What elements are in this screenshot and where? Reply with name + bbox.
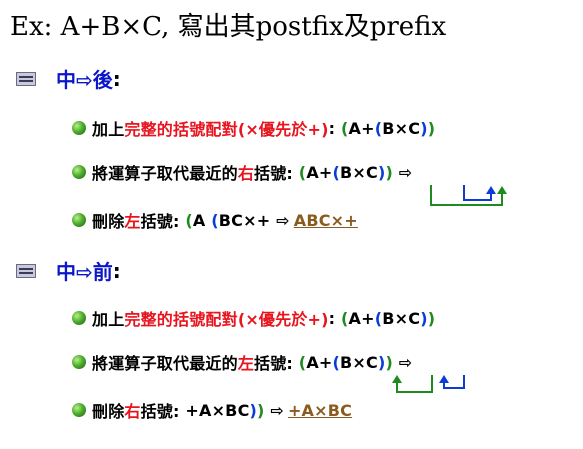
arrow-symbol: ⇨ [264, 400, 284, 420]
expr: B×C [382, 308, 421, 328]
section-postfix: 中⇨後 : [16, 64, 121, 93]
postfix-step-3: 刪除 左 括號: ( A ( BC×+ ⇨ ABC×+ [72, 208, 358, 232]
outer-paren: ( [341, 308, 349, 328]
expr: A+ [306, 352, 333, 372]
prefix-result: +A×BC [287, 400, 353, 420]
expr: A [192, 210, 212, 230]
step-text: 括號: [140, 402, 186, 421]
green-ball-bullet-icon [72, 165, 86, 179]
step-emphasis: 左 [237, 354, 255, 373]
expr: A+ [306, 162, 333, 182]
prefix-step-2: 將運算子取代最近的 左 括號: ( A+ ( B×C ) ) ⇨ [72, 350, 412, 374]
outer-paren: ( [298, 162, 307, 182]
outer-paren: ) [385, 352, 394, 372]
step-text: 括號: [140, 212, 186, 231]
bracket-arrow-icon [430, 185, 507, 206]
inner-paren: ( [374, 118, 383, 138]
step-text: 刪除 [92, 402, 125, 421]
section-prefix: 中⇨前 : [16, 256, 121, 285]
inner-paren: ) [420, 308, 428, 328]
inner-paren: ) [420, 118, 428, 138]
postfix-step-1: 加上 完整的括號配對 (×優先於+) : ( A+ ( B×C ) ) [72, 116, 435, 140]
step-text: 括號: [254, 164, 299, 183]
inner-paren: ) [377, 352, 386, 372]
step-text: 將運算子取代最近的 [92, 354, 238, 373]
section-heading: 中⇨後 [56, 68, 113, 92]
inner-paren: ) [249, 400, 258, 420]
outer-paren: ) [427, 308, 436, 328]
expr: B×C [340, 162, 378, 182]
outer-paren: ) [427, 118, 436, 138]
inner-paren: ) [377, 162, 386, 182]
outer-paren: ) [257, 400, 265, 420]
outer-paren: ( [185, 210, 193, 230]
step-text: 將運算子取代最近的 [92, 164, 238, 183]
expr: +A×BC [185, 400, 250, 420]
section-heading: 中⇨前 [56, 260, 113, 284]
bracket-arrow-icon [392, 375, 433, 393]
green-ball-bullet-icon [72, 355, 86, 369]
expr: A+ [348, 118, 375, 138]
expr: B×C [382, 118, 421, 138]
step-emphasis: 右 [124, 402, 141, 421]
step-emphasis: 完整的括號配對 [124, 120, 238, 139]
outer-paren: ( [298, 352, 307, 372]
step-text: 刪除 [92, 212, 125, 231]
prefix-step-1: 加上 完整的括號配對 (×優先於+) : ( A+ ( B×C ) ) [72, 306, 435, 330]
outer-paren: ) [385, 162, 394, 182]
step-emphasis: (×優先於+) [237, 310, 329, 329]
green-ball-bullet-icon [72, 403, 86, 417]
section-bullet-icon [16, 263, 36, 278]
green-ball-bullet-icon [72, 311, 86, 325]
section-bullet-icon [16, 71, 36, 86]
step-text: 括號: [254, 354, 299, 373]
section-colon: : [112, 66, 121, 91]
inner-paren: ( [374, 308, 383, 328]
green-ball-bullet-icon [72, 121, 86, 135]
arrow-symbol: ⇨ [270, 210, 290, 230]
outer-paren: ( [341, 118, 349, 138]
expr: A+ [348, 308, 375, 328]
inner-paren: ( [211, 210, 219, 230]
arrow-symbol: ⇨ [393, 352, 413, 372]
step-emphasis: 完整的括號配對 [124, 310, 238, 329]
postfix-result: ABC×+ [293, 210, 358, 230]
inner-paren: ( [332, 352, 341, 372]
step-text: 加上 [92, 120, 125, 139]
expr: B×C [340, 352, 378, 372]
step-emphasis: 右 [237, 164, 255, 183]
step-emphasis: (×優先於+) [237, 120, 329, 139]
prefix-step-3: 刪除 右 括號: +A×BC ) ) ⇨ +A×BC [72, 398, 352, 422]
step-text: : [328, 118, 342, 138]
green-ball-bullet-icon [72, 213, 86, 227]
step-text: : [328, 308, 342, 328]
step-emphasis: 左 [124, 212, 141, 231]
step-text: 加上 [92, 310, 125, 329]
inner-paren: ( [332, 162, 341, 182]
section-colon: : [112, 258, 121, 283]
arrow-symbol: ⇨ [393, 162, 413, 182]
bracket-arrow-icon [439, 375, 465, 389]
postfix-step-2: 將運算子取代最近的 右 括號: ( A+ ( B×C ) ) ⇨ [72, 160, 412, 184]
slide-title: Ex: A+B×C, 寫出其postfix及prefix [10, 12, 447, 42]
bracket-arrow-icon [463, 185, 496, 201]
expr: BC×+ [218, 210, 271, 230]
